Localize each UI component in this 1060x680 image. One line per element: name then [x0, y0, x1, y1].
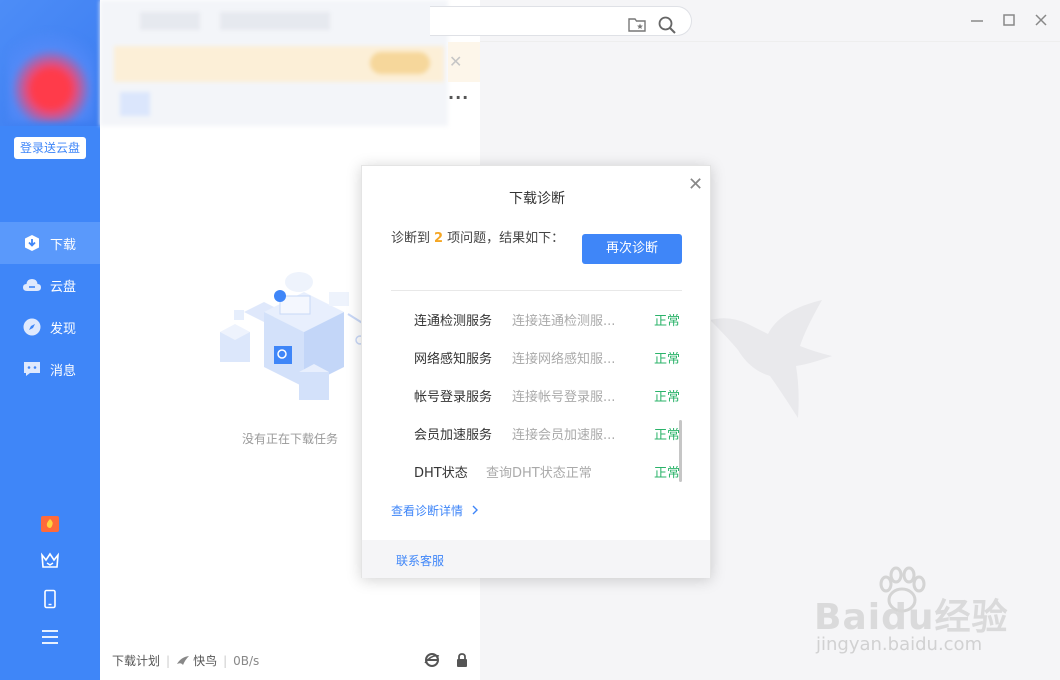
service-name: DHT状态 — [414, 465, 468, 481]
lock-icon[interactable] — [454, 652, 470, 668]
sidebar-item-label: 发现 — [50, 321, 77, 337]
watermark-brand: Baidu经验 — [814, 597, 1009, 638]
summary-suffix: 项问题，结果如下： — [447, 231, 565, 246]
issue-count: 2 — [434, 231, 444, 246]
service-detail: 连接会员加速服... — [512, 427, 616, 443]
sidebar-item-messages[interactable]: 消息 — [0, 348, 100, 390]
phone-icon[interactable] — [38, 587, 62, 611]
bird-icon — [177, 655, 190, 665]
download-plan-link[interactable]: 下载计划 — [112, 652, 160, 669]
footer-icons — [424, 652, 470, 668]
more-icon[interactable]: ··· — [448, 88, 469, 107]
close-icon[interactable]: ✕ — [688, 174, 703, 195]
sidebar-item-label: 下载 — [50, 237, 77, 253]
dialog-title: 下载诊断 — [509, 191, 565, 207]
sidebar-item-label: 云盘 — [50, 279, 77, 295]
empty-illustration — [220, 272, 365, 400]
chevron-right-icon — [472, 505, 478, 515]
message-icon — [24, 362, 40, 376]
watermark-url: jingyan.baidu.com — [816, 634, 983, 655]
service-name: 连通检测服务 — [414, 313, 493, 329]
search-icon[interactable] — [658, 16, 676, 34]
diagnosis-row: DHT状态 查询DHT状态正常 正常 — [414, 460, 684, 482]
diagnosis-row: 会员加速服务 连接会员加速服... 正常 — [414, 422, 684, 444]
fast-bird-link[interactable]: 快鸟 — [193, 652, 217, 669]
download-speed: 0B/s — [233, 653, 260, 668]
service-detail: 查询DHT状态正常 — [486, 465, 592, 481]
top-divider — [480, 41, 1060, 42]
diagnosis-dialog: 下载诊断 ✕ 诊断到 2 项问题，结果如下： 再次诊断 连通检测服务 连接连通检测服… — [361, 165, 711, 578]
sidebar: 登录送云盘 下载 云盘 发现 消息 — [0, 0, 100, 680]
diagnosis-row: 连通检测服务 连接连通检测服... 正常 — [414, 308, 684, 330]
service-status: 正常 — [653, 313, 680, 329]
service-detail: 连接帐号登录服... — [512, 389, 616, 405]
summary-prefix: 诊断到 — [391, 231, 431, 246]
diagnosis-row: 网络感知服务 连接网络感知服... 正常 — [414, 346, 684, 368]
service-name: 网络感知服务 — [414, 351, 493, 367]
sidebar-item-discover[interactable]: 发现 — [0, 306, 100, 348]
scrollbar[interactable] — [679, 420, 682, 482]
diagnosis-row: 帐号登录服务 连接帐号登录服... 正常 — [414, 384, 684, 406]
sidebar-item-label: 消息 — [50, 363, 77, 379]
blurred-header — [100, 0, 448, 126]
diagnosis-summary: 诊断到 2 项问题，结果如下： — [391, 228, 571, 250]
service-name: 会员加速服务 — [414, 427, 493, 443]
menu-icon[interactable] — [38, 625, 62, 649]
avatar-image — [8, 12, 94, 122]
view-details-link[interactable]: 查看诊断详情 — [391, 502, 479, 519]
cloud-icon — [23, 279, 41, 291]
bird-logo — [710, 300, 832, 418]
service-status: 正常 — [653, 351, 680, 367]
view-details-label: 查看诊断详情 — [391, 504, 464, 518]
divider — [391, 290, 682, 291]
crown-icon[interactable] — [38, 548, 62, 572]
search-bar[interactable] — [430, 6, 692, 36]
login-cloud-button[interactable]: 登录送云盘 — [14, 137, 86, 159]
close-icon[interactable]: ✕ — [449, 52, 462, 71]
browser-icon[interactable] — [424, 652, 440, 668]
avatar[interactable] — [0, 0, 100, 126]
rediagnose-button[interactable]: 再次诊断 — [582, 234, 682, 264]
maximize-icon[interactable] — [1000, 10, 1018, 30]
service-detail: 连接网络感知服... — [512, 351, 616, 367]
minimize-icon[interactable] — [968, 10, 986, 30]
sidebar-item-cloud[interactable]: 云盘 — [0, 264, 100, 306]
dialog-footer: 联系客服 — [362, 540, 710, 578]
close-window-icon[interactable] — [1032, 10, 1050, 30]
download-icon — [25, 235, 39, 251]
contact-support-link[interactable]: 联系客服 — [396, 552, 444, 569]
service-status: 正常 — [653, 389, 680, 405]
window-controls — [968, 10, 1050, 30]
service-detail: 连接连通检测服... — [512, 313, 616, 329]
status-bar: 下载计划 | 快鸟 | 0B/s — [112, 652, 260, 669]
folder-star-icon[interactable] — [628, 16, 646, 32]
empty-state-text: 没有正在下载任务 — [241, 432, 338, 446]
service-name: 帐号登录服务 — [414, 389, 493, 405]
compass-icon — [23, 318, 41, 336]
gift-icon[interactable] — [38, 511, 62, 535]
sidebar-item-download[interactable]: 下载 — [0, 222, 100, 264]
